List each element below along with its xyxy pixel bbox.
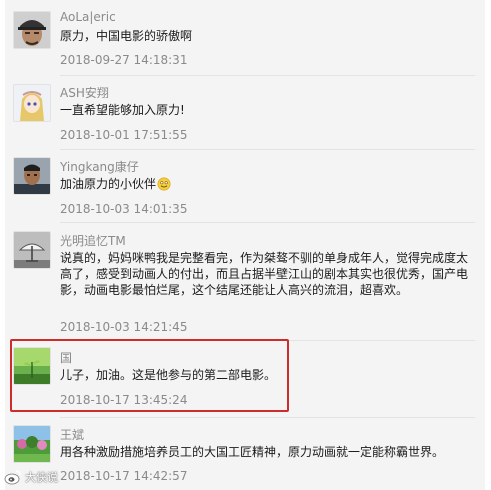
smiley-emoji-icon <box>157 177 171 191</box>
comment-timestamp: 2018-10-17 14:42:57 <box>60 469 188 483</box>
dish-antenna-avatar-icon[interactable] <box>13 231 51 269</box>
comment-text: 用各种激励措施培养员工的大国工匠精神，原力动画就一定能称霸世界。 <box>60 445 445 459</box>
comment-timestamp: 2018-09-27 14:18:31 <box>60 53 188 67</box>
comment-text-body: 加油原力的小伙伴 <box>60 177 157 191</box>
comment-timestamp: 2018-10-03 14:21:45 <box>60 320 188 334</box>
comment-username[interactable]: 王斌 <box>60 426 84 443</box>
highlight-box <box>10 339 289 412</box>
weibo-logo-icon <box>4 470 21 485</box>
comment-text: 原力，中国电影的骄傲啊 <box>60 29 193 43</box>
comment-username[interactable]: AoLa|eric <box>60 10 116 24</box>
divider <box>60 75 475 76</box>
comment-text: 说真的，妈妈咪鸭我是完整看完，作为桀骜不驯的单身成年人，觉得完成度太高了，感受到… <box>60 251 469 297</box>
comment-timestamp: 2018-10-03 14:01:35 <box>60 202 188 216</box>
man-cap-avatar-icon[interactable] <box>13 11 51 49</box>
man-portrait-avatar-icon[interactable] <box>13 157 51 195</box>
anime-girl-avatar-icon[interactable] <box>13 84 51 122</box>
comment-text: 加油原力的小伙伴 <box>60 176 472 192</box>
comment-text: 一直希望能够加入原力! <box>60 103 185 117</box>
garden-avatar-icon[interactable] <box>13 425 51 463</box>
comment-username[interactable]: 光明追忆TM <box>60 232 126 249</box>
comment-timestamp: 2018-10-01 17:51:55 <box>60 128 188 142</box>
divider <box>60 417 475 418</box>
comment-username[interactable]: ASH安翔 <box>60 84 109 101</box>
watermark: 大侠说 <box>4 467 58 487</box>
divider <box>60 222 475 223</box>
watermark-text: 大侠说 <box>25 471 58 484</box>
comment-username[interactable]: Yingkang康仔 <box>60 158 139 175</box>
divider <box>60 149 475 150</box>
